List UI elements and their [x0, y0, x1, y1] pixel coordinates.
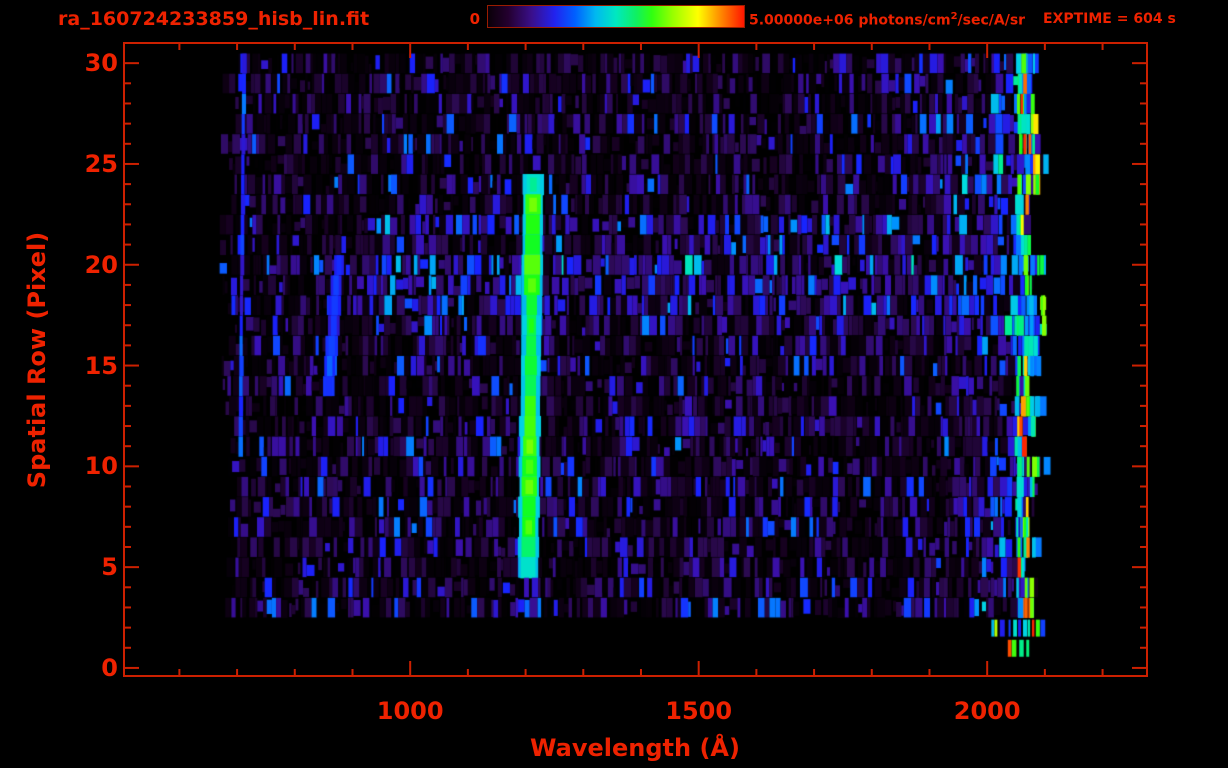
plot-axes	[123, 42, 1148, 677]
y-tick-label: 25	[84, 149, 118, 178]
x-axis-title: Wavelength (Å)	[530, 734, 740, 762]
y-axis-title: Spatial Row (Pixel)	[23, 231, 51, 489]
y-tick-label: 30	[84, 49, 118, 78]
x-tick-label: 2000	[953, 697, 1021, 725]
y-tick-label: 5	[101, 553, 118, 582]
y-tick-label: 0	[101, 653, 118, 682]
x-tick-label: 1500	[665, 697, 733, 725]
plot-frame	[123, 42, 1148, 677]
x-tick-label: 1000	[376, 697, 444, 725]
